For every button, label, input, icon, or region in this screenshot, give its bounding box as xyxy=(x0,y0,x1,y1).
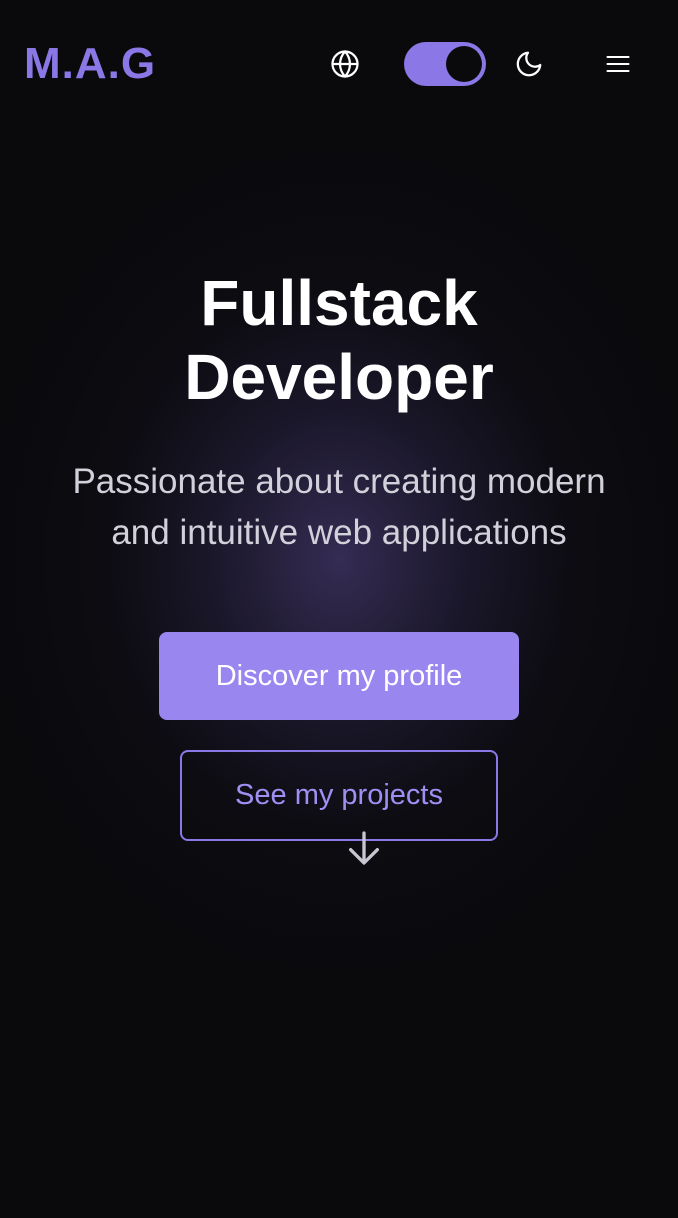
site-header: M.A.G xyxy=(0,0,678,128)
hero-subtitle: Passionate about creating modern and int… xyxy=(20,456,658,558)
globe-icon xyxy=(331,50,359,78)
hero-subtitle-line-1: Passionate about creating modern xyxy=(72,462,606,501)
hero-title: Fullstack Developer xyxy=(0,266,678,414)
menu-button[interactable] xyxy=(596,42,640,86)
arrow-down-icon xyxy=(349,831,379,865)
moon-icon xyxy=(516,51,542,77)
see-projects-button[interactable]: See my projects xyxy=(180,750,498,841)
theme-button[interactable] xyxy=(507,42,551,86)
background-glow xyxy=(0,0,678,1218)
hero-title-line-2: Developer xyxy=(184,341,494,413)
theme-toggle[interactable] xyxy=(404,42,486,86)
toggle-knob xyxy=(446,46,482,82)
hero-subtitle-line-2: and intuitive web applications xyxy=(111,513,567,552)
scroll-down-button[interactable] xyxy=(344,828,384,868)
discover-profile-button[interactable]: Discover my profile xyxy=(159,632,519,720)
logo[interactable]: M.A.G xyxy=(24,40,156,88)
hamburger-menu-icon xyxy=(606,55,630,73)
language-button[interactable] xyxy=(323,42,367,86)
hero-title-line-1: Fullstack xyxy=(200,267,478,339)
